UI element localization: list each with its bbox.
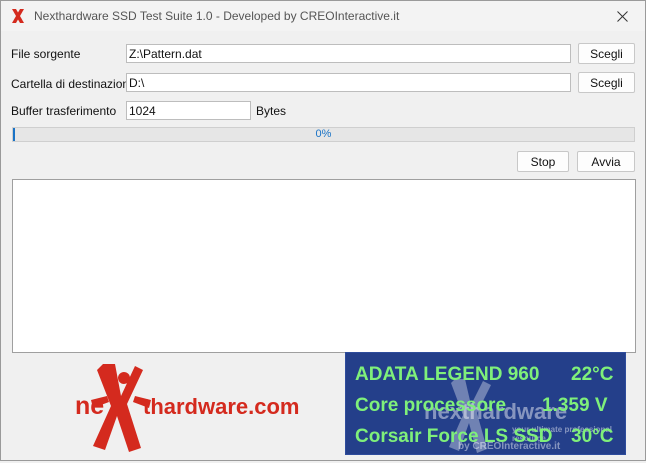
app-logo-icon <box>12 9 24 23</box>
sensor-status-panel: nexthardware your ultimate professional … <box>345 352 626 455</box>
close-button[interactable] <box>599 1 645 31</box>
sensor-2-name: Core processore <box>355 395 507 416</box>
progress-bar: 0% <box>12 127 635 142</box>
buffer-unit-label: Bytes <box>256 104 287 118</box>
destination-folder-label: Cartella di destinazione <box>11 77 136 91</box>
progress-text: 0% <box>315 128 332 140</box>
sensor-1-value: 22°C <box>571 364 614 385</box>
browse-destination-button[interactable]: Scegli <box>578 72 635 93</box>
sensor-2-value: 1.359 V <box>542 395 608 416</box>
source-file-label: File sorgente <box>11 47 81 61</box>
nexthardware-logo: ne thardware.com <box>71 356 321 460</box>
source-file-input[interactable]: Z:\Pattern.dat <box>126 44 571 63</box>
logo-text-right: thardware.com <box>143 394 300 419</box>
buffer-input[interactable]: 1024 <box>126 101 251 120</box>
close-icon <box>616 10 628 22</box>
browse-source-button[interactable]: Scegli <box>578 43 635 64</box>
destination-folder-input[interactable]: D:\ <box>126 73 571 92</box>
logo-text-left: ne <box>75 392 105 420</box>
buffer-label: Buffer trasferimento <box>11 104 117 118</box>
sensor-3-name: Corsair Force LS SSD <box>355 426 553 447</box>
sensor-3-value: 30°C <box>571 426 614 447</box>
title-bar: Nexthardware SSD Test Suite 1.0 - Develo… <box>1 1 645 31</box>
stop-button[interactable]: Stop <box>517 151 569 172</box>
window-title: Nexthardware SSD Test Suite 1.0 - Develo… <box>34 9 400 23</box>
sensor-1-name: ADATA LEGEND 960 <box>355 364 540 385</box>
start-button[interactable]: Avvia <box>577 151 635 172</box>
log-output-area[interactable] <box>12 179 636 353</box>
app-window: Nexthardware SSD Test Suite 1.0 - Develo… <box>0 0 646 461</box>
